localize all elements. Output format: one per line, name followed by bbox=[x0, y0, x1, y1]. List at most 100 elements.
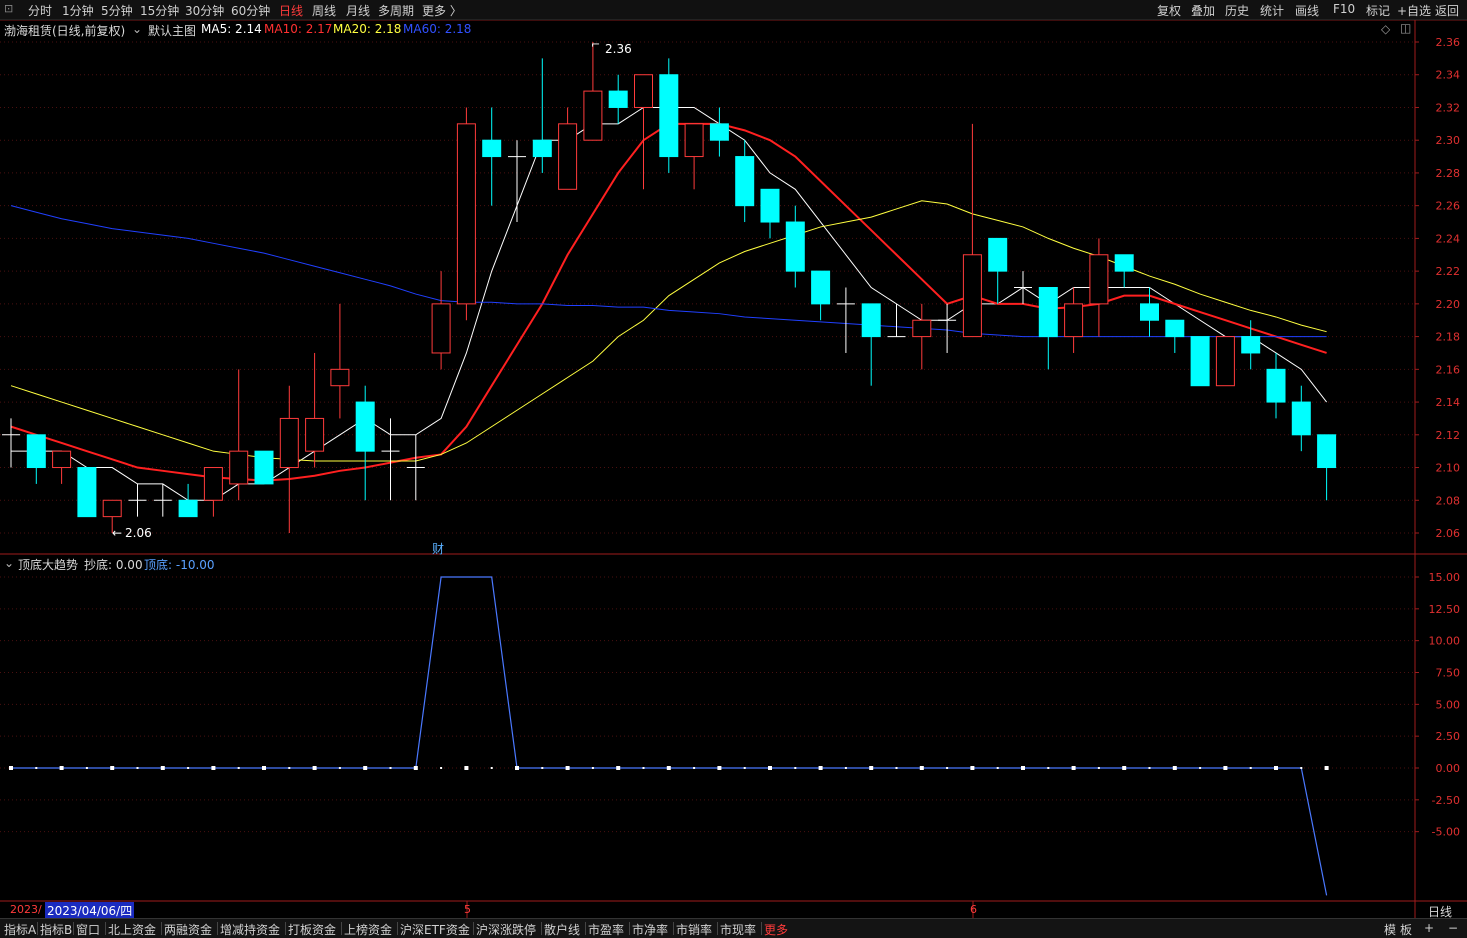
diamond-icon[interactable]: ◇ bbox=[1381, 22, 1390, 36]
bottom-right-control-3[interactable]: − bbox=[1448, 921, 1458, 935]
candle[interactable] bbox=[1114, 254, 1134, 288]
toolbar-action-7[interactable]: +自选 bbox=[1397, 2, 1431, 19]
candle[interactable] bbox=[153, 483, 172, 517]
candle[interactable] bbox=[912, 303, 932, 370]
period-tab-7[interactable]: 周线 bbox=[312, 2, 336, 19]
candle[interactable] bbox=[406, 434, 425, 501]
candle[interactable] bbox=[760, 188, 780, 239]
candle[interactable] bbox=[836, 287, 855, 353]
candle[interactable] bbox=[52, 450, 72, 484]
candle[interactable] bbox=[938, 303, 957, 353]
bottom-tab-3[interactable]: 北上资金 bbox=[108, 921, 156, 938]
candle[interactable] bbox=[1241, 320, 1261, 370]
bottom-tab-11[interactable]: 市盈率 bbox=[588, 921, 624, 938]
chart-canvas[interactable]: 2.36 2.34 2.32 2.30 2.28 2.26 2.24 2.22 2.20 2.18… bbox=[0, 0, 1467, 937]
bottom-tab-1[interactable]: 指标B bbox=[40, 921, 72, 938]
period-tab-4[interactable]: 30分钟 bbox=[185, 2, 224, 19]
period-tab-8[interactable]: 月线 bbox=[346, 2, 370, 19]
candle[interactable] bbox=[532, 58, 552, 173]
candle[interactable] bbox=[2, 418, 20, 468]
bottom-tab-6[interactable]: 打板资金 bbox=[288, 921, 336, 938]
candle[interactable] bbox=[1165, 319, 1185, 353]
candle[interactable] bbox=[1291, 385, 1311, 452]
bottom-tab-14[interactable]: 市现率 bbox=[720, 921, 756, 938]
candle[interactable] bbox=[26, 434, 46, 484]
candle[interactable] bbox=[659, 58, 679, 173]
toolbar-action-4[interactable]: 画线 bbox=[1295, 2, 1319, 19]
candle[interactable] bbox=[279, 385, 299, 533]
toolbar-action-6[interactable]: 标记 bbox=[1366, 2, 1390, 19]
period-tab-5[interactable]: 60分钟 bbox=[231, 2, 270, 19]
candle[interactable] bbox=[482, 107, 502, 206]
candle[interactable] bbox=[608, 74, 628, 124]
indicator-title[interactable]: 顶底大趋势 bbox=[18, 556, 78, 573]
candle[interactable] bbox=[811, 270, 831, 321]
candle[interactable] bbox=[77, 467, 97, 518]
candle[interactable] bbox=[254, 450, 274, 485]
toolbar-action-3[interactable]: 统计 bbox=[1260, 2, 1284, 19]
candle[interactable] bbox=[735, 140, 755, 223]
candle[interactable] bbox=[1014, 271, 1032, 304]
period-tab-0[interactable]: 分时 bbox=[28, 2, 52, 19]
period-tab-10[interactable]: 更多 〉 bbox=[422, 2, 462, 19]
period-tab-6[interactable]: 日线 bbox=[279, 2, 303, 19]
candle[interactable] bbox=[709, 107, 729, 157]
candle[interactable] bbox=[203, 467, 223, 517]
bottom-tab-5[interactable]: 增减持资金 bbox=[220, 921, 280, 938]
menu-icon[interactable]: ⊡ bbox=[4, 2, 13, 15]
period-tab-3[interactable]: 15分钟 bbox=[140, 2, 179, 19]
template-dropdown-icon[interactable]: ⌄ bbox=[132, 22, 142, 36]
candle[interactable] bbox=[1215, 336, 1235, 387]
bottom-right-control-2[interactable]: + bbox=[1424, 921, 1434, 935]
candle[interactable] bbox=[1089, 238, 1109, 337]
candle[interactable] bbox=[456, 107, 476, 321]
toolbar-action-1[interactable]: 叠加 bbox=[1191, 2, 1215, 19]
candle[interactable] bbox=[861, 303, 881, 386]
candle[interactable] bbox=[962, 123, 982, 338]
period-tab-1[interactable]: 1分钟 bbox=[62, 2, 94, 19]
candle[interactable] bbox=[355, 385, 375, 501]
bottom-tab-13[interactable]: 市销率 bbox=[676, 921, 712, 938]
candle[interactable] bbox=[634, 74, 653, 190]
candle[interactable] bbox=[785, 205, 805, 288]
candle[interactable] bbox=[508, 140, 526, 223]
bottom-right-control-1[interactable]: 板 bbox=[1400, 921, 1412, 938]
bottom-tab-4[interactable]: 两融资金 bbox=[164, 921, 212, 938]
candle[interactable] bbox=[128, 483, 147, 517]
toolbar-action-2[interactable]: 历史 bbox=[1225, 2, 1249, 19]
candle[interactable] bbox=[330, 303, 350, 419]
indicator-tick-label: 12.50 bbox=[1429, 603, 1461, 616]
bottom-tab-0[interactable]: 指标A bbox=[4, 921, 36, 938]
indicator-dropdown-icon[interactable]: ⌄ bbox=[4, 556, 14, 570]
template-label[interactable]: 默认主图 bbox=[148, 22, 196, 39]
bottom-tab-10[interactable]: 散户线 bbox=[544, 921, 580, 938]
candle[interactable] bbox=[1317, 434, 1337, 501]
bottom-tab-9[interactable]: 沪深涨跌停 bbox=[476, 921, 536, 938]
toolbar-action-0[interactable]: 复权 bbox=[1157, 2, 1181, 19]
finance-marker[interactable]: 财 bbox=[432, 540, 444, 557]
period-tab-9[interactable]: 多周期 bbox=[378, 2, 414, 19]
period-tab-2[interactable]: 5分钟 bbox=[101, 2, 133, 19]
bottom-tab-15[interactable]: 更多 bbox=[764, 921, 788, 938]
candle[interactable] bbox=[1266, 352, 1286, 419]
candle[interactable] bbox=[988, 237, 1008, 304]
bottom-tab-8[interactable]: 沪深ETF资金 bbox=[400, 921, 470, 938]
candle[interactable] bbox=[1038, 287, 1058, 370]
candle[interactable] bbox=[178, 483, 198, 518]
candle[interactable] bbox=[1064, 287, 1084, 353]
candle[interactable] bbox=[887, 303, 906, 338]
expand-icon[interactable]: ◫ bbox=[1400, 21, 1411, 35]
candle[interactable] bbox=[558, 107, 578, 190]
bottom-tab-2[interactable]: 窗口 bbox=[76, 921, 100, 938]
candle[interactable] bbox=[583, 42, 603, 141]
candle[interactable] bbox=[1190, 336, 1210, 387]
bottom-tab-7[interactable]: 上榜资金 bbox=[344, 921, 392, 938]
toolbar-action-8[interactable]: 返回 bbox=[1435, 2, 1459, 19]
candle[interactable] bbox=[684, 123, 704, 190]
bottom-right-control-0[interactable]: 模 bbox=[1384, 921, 1396, 938]
bottom-tab-12[interactable]: 市净率 bbox=[632, 921, 668, 938]
toolbar-action-5[interactable]: F10 bbox=[1333, 2, 1355, 16]
candle-body-down bbox=[1266, 368, 1286, 403]
candle[interactable] bbox=[431, 271, 451, 370]
candle[interactable] bbox=[305, 352, 325, 468]
